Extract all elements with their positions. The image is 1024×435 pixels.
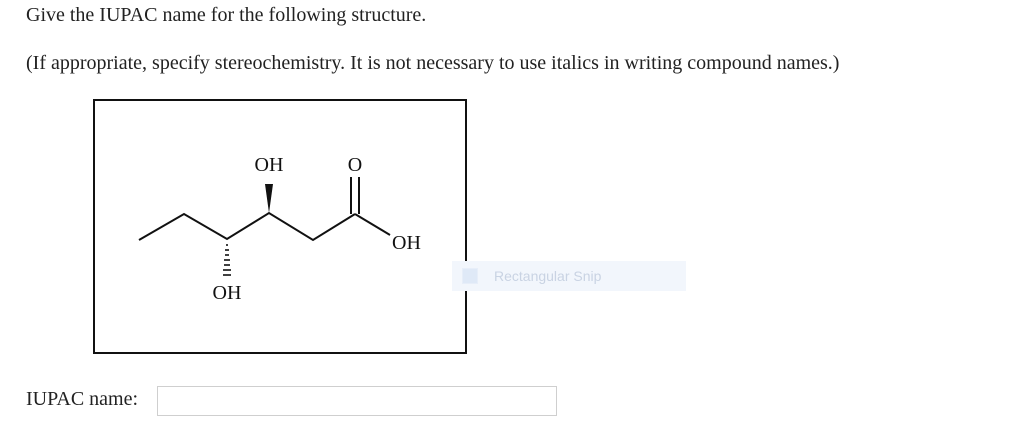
- question-prompt: Give the IUPAC name for the following st…: [26, 4, 427, 26]
- acid-hydroxyl-label: OH: [392, 232, 421, 254]
- question-instructions: (If appropriate, specify stereochemistry…: [26, 52, 840, 74]
- molecule-drawing: OH O OH OH: [138, 154, 421, 304]
- top-hydroxyl-label: OH: [255, 154, 284, 176]
- snip-icon: [462, 268, 478, 284]
- snip-label: Rectangular Snip: [494, 268, 602, 284]
- iupac-name-input[interactable]: [157, 386, 557, 416]
- wedge-bond: [265, 184, 273, 213]
- carbon-chain: [138, 211, 356, 242]
- structure-image: OH O OH OH: [93, 99, 467, 354]
- hashed-bond: [223, 244, 231, 276]
- rectangular-snip-tooltip: Rectangular Snip: [452, 261, 686, 291]
- iupac-name-label: IUPAC name:: [26, 388, 139, 410]
- bottom-hydroxyl-label: OH: [213, 282, 242, 304]
- carbonyl-oxygen-label: O: [348, 154, 362, 176]
- acid-oh-bond: [354, 213, 391, 236]
